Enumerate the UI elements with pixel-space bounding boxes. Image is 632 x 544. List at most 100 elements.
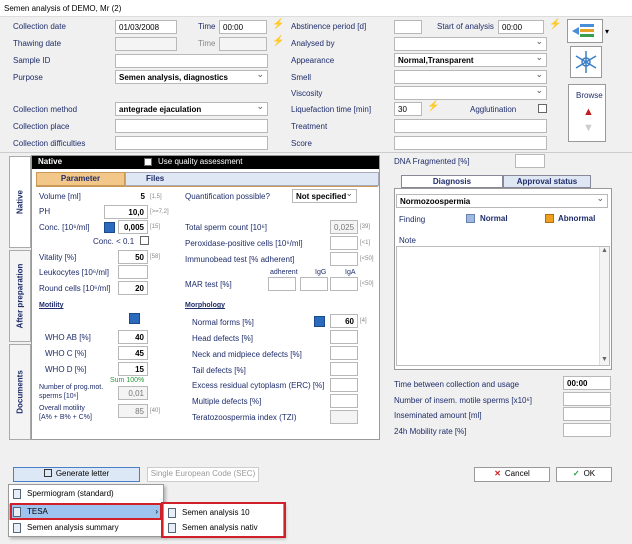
menu-item-summary[interactable]: Semen analysis summary bbox=[9, 520, 163, 536]
diagnosis-select[interactable]: Normozoospermia bbox=[396, 194, 608, 208]
normal-forms-field[interactable]: 60 bbox=[330, 314, 358, 328]
tab-parameter[interactable]: Parameter bbox=[36, 172, 125, 186]
appearance-select[interactable]: Normal,Transparent bbox=[394, 53, 547, 67]
tail-defects-field[interactable] bbox=[330, 362, 358, 376]
prog-motile-field: 0,01 bbox=[118, 386, 148, 400]
morph-calculator-icon[interactable] bbox=[314, 316, 325, 327]
note-scrollbar[interactable]: ▲ ▼ bbox=[599, 247, 609, 365]
score-field[interactable] bbox=[394, 136, 547, 150]
neck-defects-field[interactable] bbox=[330, 346, 358, 360]
window-title: Semen analysis of DEMO, Mr (2) bbox=[4, 4, 122, 13]
side-tab-documents[interactable]: Documents bbox=[9, 344, 31, 440]
native-header: Native Use quality assessment bbox=[32, 156, 379, 169]
mobility-field[interactable] bbox=[563, 423, 611, 437]
erc-field[interactable] bbox=[330, 378, 358, 392]
quality-checkbox[interactable] bbox=[144, 158, 152, 166]
collection-difficulties-label: Collection difficulties bbox=[13, 139, 86, 148]
liquefaction-field[interactable]: 30 bbox=[394, 102, 422, 116]
tab-files[interactable]: Files bbox=[125, 172, 379, 186]
side-tab-native[interactable]: Native bbox=[9, 156, 31, 248]
mar-igg-field[interactable] bbox=[300, 277, 328, 291]
treatment-field[interactable] bbox=[394, 119, 547, 133]
agglutination-label: Agglutination bbox=[470, 105, 517, 114]
cancel-button[interactable]: ✕ Cancel bbox=[474, 467, 550, 482]
conc-lt-checkbox[interactable] bbox=[140, 236, 149, 245]
motility-calculator-icon[interactable] bbox=[129, 313, 140, 324]
agglutination-checkbox[interactable] bbox=[538, 104, 547, 113]
finding-label: Finding bbox=[399, 215, 426, 224]
lightning-icon[interactable]: ⚡ bbox=[272, 19, 284, 30]
insem-field[interactable] bbox=[563, 392, 611, 406]
immuno-field[interactable] bbox=[330, 252, 358, 266]
browse-panel: Browse ▲ ▼ bbox=[568, 84, 606, 142]
sample-id-field[interactable] bbox=[115, 54, 268, 68]
browse-label[interactable]: Browse bbox=[576, 91, 603, 101]
perox-field[interactable] bbox=[330, 236, 358, 250]
purpose-select[interactable]: Semen analysis, diagnostics bbox=[115, 70, 268, 84]
abnormal-finding-icon[interactable] bbox=[545, 214, 554, 223]
insem-amount-field[interactable] bbox=[563, 407, 611, 421]
treatment-label: Treatment bbox=[291, 122, 328, 131]
abstinence-field[interactable] bbox=[394, 20, 422, 34]
time-field[interactable]: 00:00 bbox=[219, 20, 267, 34]
conc-field[interactable]: 0,005 bbox=[118, 220, 148, 234]
head-defects-field[interactable] bbox=[330, 330, 358, 344]
submenu-highlight bbox=[161, 502, 286, 538]
dropdown-arrow-icon[interactable]: ▾ bbox=[605, 27, 609, 37]
sec-button: Single European Code (SEC) bbox=[147, 467, 259, 482]
tab-approval[interactable]: Approval status bbox=[503, 175, 591, 188]
tzi-field bbox=[330, 410, 358, 424]
multiple-defects-field[interactable] bbox=[330, 394, 358, 408]
printer-icon bbox=[43, 469, 52, 477]
arrow-up-icon[interactable]: ▲ bbox=[583, 107, 594, 118]
normal-finding-icon[interactable] bbox=[466, 214, 475, 223]
abnormal-finding-label: Abnormal bbox=[558, 214, 596, 223]
insem-label: Number of insem. motile sperms [x10⁶] bbox=[394, 396, 533, 405]
time-between-label: Time between collection and usage bbox=[394, 380, 520, 389]
vitality-field[interactable]: 50 bbox=[118, 250, 148, 264]
mar-iga-field[interactable] bbox=[330, 277, 358, 291]
collection-difficulties-field[interactable] bbox=[115, 136, 268, 150]
tab-diagnosis[interactable]: Diagnosis bbox=[401, 175, 503, 188]
quant-label: Quantification possible? bbox=[185, 192, 270, 201]
time-between-field[interactable]: 00:00 bbox=[563, 376, 611, 390]
separator bbox=[0, 152, 632, 153]
viscosity-select[interactable] bbox=[394, 86, 547, 100]
volume-field[interactable]: 5 bbox=[104, 190, 148, 204]
arrow-down-icon[interactable]: ▼ bbox=[583, 123, 594, 134]
generate-letter-button[interactable]: Generate letter bbox=[13, 467, 140, 482]
motility-label: Motility bbox=[39, 302, 64, 309]
dna-label: DNA Fragmented [%] bbox=[394, 157, 470, 166]
mar-adherent-field[interactable] bbox=[268, 277, 296, 291]
ph-field[interactable]: 10,0 bbox=[104, 205, 148, 219]
collection-method-label: Collection method bbox=[13, 105, 78, 114]
collection-method-select[interactable]: antegrade ejaculation bbox=[115, 102, 268, 116]
collection-date-field[interactable]: 01/03/2008 bbox=[115, 20, 177, 34]
menu-item-spermiogram[interactable]: Spermiogram (standard) bbox=[9, 486, 163, 502]
calculator-icon[interactable] bbox=[104, 222, 115, 233]
dna-field[interactable] bbox=[515, 154, 545, 168]
who-d-field[interactable]: 15 bbox=[118, 362, 148, 376]
smell-label: Smell bbox=[291, 73, 312, 82]
ph-label: PH bbox=[39, 207, 51, 216]
smell-select[interactable] bbox=[394, 70, 547, 84]
note-textarea[interactable]: ▲ ▼ bbox=[396, 246, 610, 366]
side-tab-after-preparation[interactable]: After preparation bbox=[9, 250, 31, 342]
lightning-disabled-icon: ⚡ bbox=[272, 36, 285, 47]
leukocytes-field[interactable] bbox=[118, 265, 148, 279]
start-time-field[interactable]: 00:00 bbox=[498, 20, 544, 34]
abstinence-label: Abstinence period [d] bbox=[291, 22, 367, 31]
chart-tool-button[interactable] bbox=[567, 19, 603, 43]
freeze-button[interactable] bbox=[570, 46, 602, 78]
quant-select[interactable]: Not specified bbox=[292, 189, 357, 203]
collection-place-field[interactable] bbox=[115, 119, 268, 133]
round-cells-field[interactable]: 20 bbox=[118, 281, 148, 295]
ok-button[interactable]: ✓ OK bbox=[556, 467, 612, 482]
prog-motile-label-2: sperms [10⁶] bbox=[39, 393, 79, 400]
liquefaction-lightning-icon[interactable]: ⚡ bbox=[427, 101, 439, 112]
analysed-by-select[interactable] bbox=[394, 37, 547, 51]
perox-label: Peroxidase-positive cells [10⁶/ml] bbox=[185, 239, 303, 248]
start-lightning-icon[interactable]: ⚡ bbox=[549, 19, 561, 30]
who-ab-field[interactable]: 40 bbox=[118, 330, 148, 344]
who-c-field[interactable]: 45 bbox=[118, 346, 148, 360]
